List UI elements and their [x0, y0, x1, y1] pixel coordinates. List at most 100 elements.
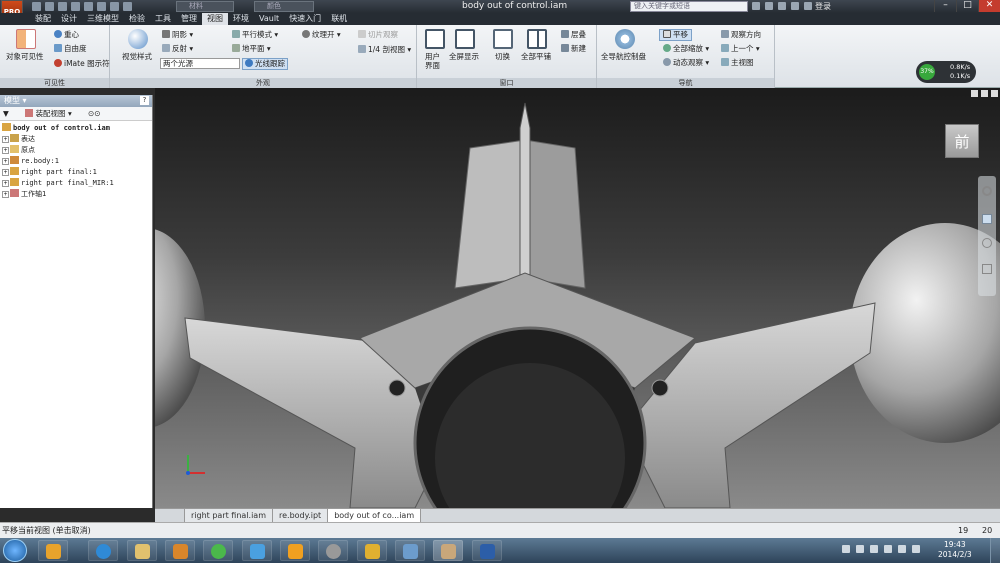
ground-plane-button[interactable]: 地平面 ▾: [232, 44, 271, 54]
browser-title[interactable]: 模型: [4, 96, 20, 105]
object-visibility-button[interactable]: 对象可见性: [6, 52, 44, 62]
select-icon[interactable]: [123, 2, 132, 11]
tray-icon-1[interactable]: [842, 545, 850, 553]
tile-all-button[interactable]: 全部平铺: [521, 52, 551, 62]
ribbon-tab[interactable]: Vault: [254, 13, 284, 25]
tray-icon-2[interactable]: [856, 545, 864, 553]
vp-restore-icon[interactable]: [981, 90, 988, 97]
ribbon-tab[interactable]: 环境: [228, 13, 254, 25]
binoculars-icon[interactable]: [752, 2, 760, 10]
full-screen-button[interactable]: 全屏显示: [449, 52, 479, 62]
key-icon[interactable]: [765, 2, 773, 10]
orbit-icon[interactable]: [982, 264, 992, 274]
expand-icon[interactable]: +: [2, 147, 9, 154]
user-icon[interactable]: [804, 2, 812, 10]
expand-icon[interactable]: +: [2, 158, 9, 165]
tree-item[interactable]: + 工作轴1: [2, 189, 150, 200]
show-desktop-button[interactable]: [990, 538, 1000, 563]
redo-icon[interactable]: [84, 2, 93, 11]
orbit-button[interactable]: 动态观察 ▾: [663, 58, 709, 68]
parallel-mode-button[interactable]: 平行模式 ▾: [232, 30, 278, 40]
help-icon[interactable]: ?: [140, 96, 149, 105]
taskbar-app-1[interactable]: [38, 540, 68, 561]
taskbar-app-window[interactable]: [395, 540, 425, 561]
dof-button[interactable]: 自由度: [54, 44, 87, 54]
minimize-button[interactable]: –: [934, 0, 956, 12]
taskbar-app-film[interactable]: [318, 540, 348, 561]
tree-item[interactable]: + 原点: [2, 145, 150, 156]
doc-tab[interactable]: right part final.iam: [185, 509, 273, 522]
save-icon[interactable]: [58, 2, 67, 11]
taskbar-app-flame[interactable]: [280, 540, 310, 561]
taskbar-inventor[interactable]: [433, 540, 463, 561]
expand-icon[interactable]: +: [2, 169, 9, 176]
taskbar-app-green[interactable]: [203, 540, 233, 561]
tree-item[interactable]: + 表达: [2, 134, 150, 145]
doc-tab[interactable]: body out of co...iam: [328, 509, 422, 522]
flag-icon[interactable]: [870, 545, 878, 553]
taskbar-app-bird[interactable]: [242, 540, 272, 561]
switch-window-button[interactable]: 切换: [495, 52, 510, 62]
ribbon-tab[interactable]: 装配: [30, 13, 56, 25]
tree-root[interactable]: body out of control.iam: [2, 123, 150, 134]
ribbon-tab[interactable]: 视图: [202, 13, 228, 25]
binoculars-icon[interactable]: ⊙⊙: [88, 107, 101, 121]
network-icon[interactable]: [898, 545, 906, 553]
home-view-button[interactable]: 主视图: [721, 58, 754, 68]
taskbar-ie[interactable]: [88, 540, 118, 561]
ribbon-tab[interactable]: 管理: [176, 13, 202, 25]
previous-view-button[interactable]: 上一个 ▾: [721, 44, 760, 54]
material-combo[interactable]: 材料: [176, 1, 234, 12]
quarter-section-button[interactable]: 1/4 剖视图 ▾: [358, 45, 411, 55]
new-window-button[interactable]: 新建: [561, 44, 586, 54]
star-icon[interactable]: [791, 2, 799, 10]
open-icon[interactable]: [45, 2, 54, 11]
home-icon[interactable]: [97, 2, 106, 11]
graphics-viewport[interactable]: 前: [155, 88, 1000, 508]
tab-layout-icons[interactable]: [157, 509, 185, 522]
pan-icon[interactable]: [982, 214, 992, 224]
taskbar-word[interactable]: [472, 540, 502, 561]
user-interface-button[interactable]: 用户 界面: [425, 52, 440, 70]
expand-icon[interactable]: +: [2, 136, 9, 143]
full-nav-wheel-button[interactable]: 全导航控制盘: [601, 52, 646, 62]
help-search-input[interactable]: 键入关键字或短语: [630, 1, 748, 12]
ribbon-tab[interactable]: 工具: [150, 13, 176, 25]
steering-wheel-icon[interactable]: [982, 186, 992, 196]
clock[interactable]: 19:43 2014/2/3: [938, 540, 972, 560]
new-icon[interactable]: [32, 2, 41, 11]
login-link[interactable]: 登录: [815, 1, 831, 12]
zoom-icon[interactable]: [982, 238, 992, 248]
taskbar-explorer[interactable]: [127, 540, 157, 561]
zoom-all-button[interactable]: 全部缩放 ▾: [663, 44, 709, 54]
appearance-combo[interactable]: 颜色: [254, 1, 314, 12]
cascade-button[interactable]: 层叠: [561, 30, 586, 40]
pan-button[interactable]: 平移: [659, 29, 692, 41]
texture-button[interactable]: 纹理开 ▾: [302, 30, 341, 40]
expand-icon[interactable]: +: [2, 191, 9, 198]
ray-tracing-button[interactable]: 光线跟踪: [242, 58, 288, 70]
imate-button[interactable]: iMate 图示符: [54, 59, 110, 69]
ribbon-tab[interactable]: 三维模型: [82, 13, 124, 25]
tree-item[interactable]: + right part final_MIR:1: [2, 178, 150, 189]
viewcube[interactable]: 前: [945, 124, 979, 158]
vp-minimize-icon[interactable]: [971, 90, 978, 97]
ribbon-tab[interactable]: 设计: [56, 13, 82, 25]
ribbon-tab[interactable]: 检验: [124, 13, 150, 25]
exchange-icon[interactable]: [778, 2, 786, 10]
reflection-button[interactable]: 反射 ▾: [162, 44, 193, 54]
start-button[interactable]: [3, 539, 27, 562]
expand-icon[interactable]: +: [2, 180, 9, 187]
tree-item[interactable]: + re.body:1: [2, 156, 150, 167]
filter-icon[interactable]: ▼: [3, 109, 9, 118]
tree-item[interactable]: + right part final:1: [2, 167, 150, 178]
taskbar-app-crown[interactable]: [357, 540, 387, 561]
lighting-select[interactable]: 两个光源: [160, 58, 240, 69]
look-at-button[interactable]: 观察方向: [721, 30, 761, 40]
ribbon-tab[interactable]: 联机: [326, 13, 352, 25]
visual-style-button[interactable]: 视觉样式: [122, 52, 152, 62]
tray-icon-4[interactable]: [884, 545, 892, 553]
return-icon[interactable]: [110, 2, 119, 11]
vp-close-icon[interactable]: [991, 90, 998, 97]
volume-icon[interactable]: [912, 545, 920, 553]
